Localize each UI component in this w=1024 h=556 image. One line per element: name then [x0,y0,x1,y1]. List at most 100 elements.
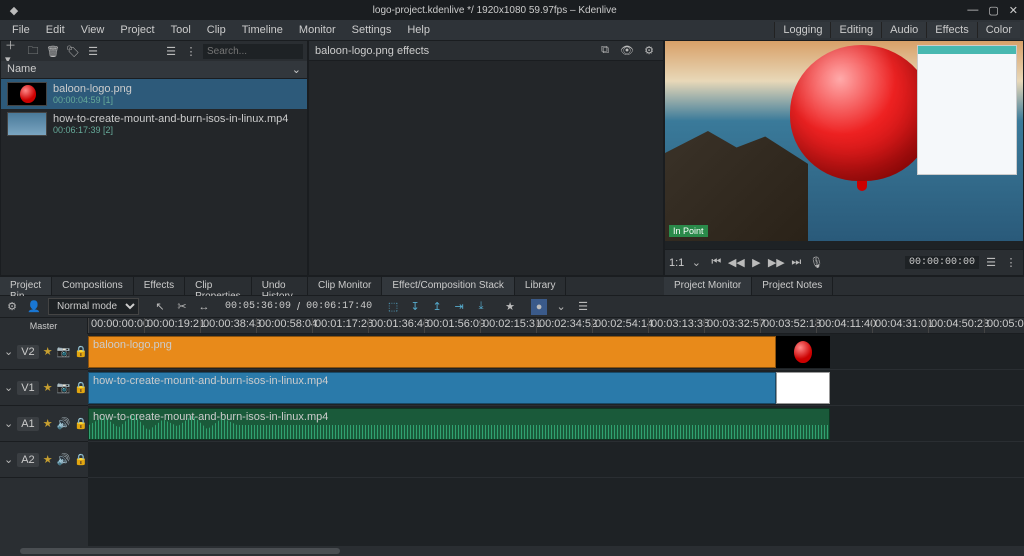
workspace-color[interactable]: Color [977,22,1020,38]
forward-icon[interactable]: ▶▶ [768,255,784,271]
lock-icon[interactable]: 🔒 [74,344,88,360]
workspace-audio[interactable]: Audio [881,22,926,38]
clip-v1-video[interactable]: how-to-create-mount-and-burn-isos-in-lin… [88,372,776,404]
timeline-ruler[interactable]: 00:00:00:0000:00:19:2100:00:38:4300:00:5… [88,318,1024,334]
menu-edit[interactable]: Edit [38,22,73,38]
favorite-icon[interactable]: ★ [502,299,518,315]
insert-icon[interactable]: ⤓ [473,299,489,315]
monitor-timecode[interactable]: 00:00:00:00 [905,256,979,269]
menu-clip[interactable]: Clip [199,22,234,38]
skip-start-icon[interactable]: ⏮ [708,255,724,271]
timeline-settings-icon[interactable]: ⚙ [4,299,20,315]
collapse-icon[interactable]: ⌄ [4,416,13,432]
menu-tool[interactable]: Tool [163,22,199,38]
add-clip-button[interactable]: ＋▾ [5,43,21,59]
bin-column-header[interactable]: Name⌄ [1,61,307,79]
zone-in-icon[interactable]: ↧ [407,299,423,315]
monitor-more-icon[interactable]: ⋮ [1003,255,1019,271]
master-track-label[interactable]: Master [0,318,88,334]
edit-mode-select[interactable]: Normal mode [48,298,139,315]
clip-v1-end[interactable] [776,372,830,404]
track-row-v2[interactable]: baloon-logo.png [88,334,1024,370]
workspace-editing[interactable]: Editing [830,22,881,38]
tab-project-notes[interactable]: Project Notes [752,277,833,295]
menu-help[interactable]: Help [399,22,438,38]
chevron-down-icon[interactable]: ⌄ [553,299,569,315]
lock-icon[interactable]: 🔒 [74,416,88,432]
razor-tool-icon[interactable]: ✂ [174,299,190,315]
track-menu-icon[interactable]: 👤 [26,299,42,315]
preview-render-icon[interactable]: ● [531,299,547,315]
timeline-view-icon[interactable]: ☰ [575,299,591,315]
minimize-button[interactable]: — [967,4,978,17]
menu-settings[interactable]: Settings [344,22,400,38]
track-row-v1[interactable]: how-to-create-mount-and-burn-isos-in-lin… [88,370,1024,406]
star-icon[interactable]: ★ [43,345,53,358]
monitor-zoom[interactable]: 1:1 [669,257,684,269]
tab-undo[interactable]: Undo History [252,277,308,295]
track-row-a2[interactable] [88,442,1024,478]
tab-effects[interactable]: Effects [134,277,185,295]
tab-library[interactable]: Library [515,277,567,295]
skip-end-icon[interactable]: ⏭ [788,255,804,271]
mute-audio-icon[interactable]: 🔊 [57,416,71,432]
collapse-icon[interactable]: ⌄ [4,452,13,468]
delete-clip-button[interactable]: 🗑 [45,43,61,59]
workspace-logging[interactable]: Logging [774,22,830,38]
split-icon[interactable]: ⧉ [597,43,613,59]
tab-clip-props[interactable]: Clip Properties [185,277,252,295]
mute-video-icon[interactable]: 📷 [57,344,71,360]
workspace-effects[interactable]: Effects [926,22,976,38]
tab-project-monitor[interactable]: Project Monitor [664,277,752,295]
mute-video-icon[interactable]: 📷 [57,380,71,396]
collapse-icon[interactable]: ⌄ [4,380,13,396]
tab-project-bin[interactable]: Project Bin [0,277,52,295]
menu-timeline[interactable]: Timeline [234,22,291,38]
menu-project[interactable]: Project [112,22,162,38]
monitor-viewport[interactable]: In Point [665,41,1023,241]
menu-view[interactable]: View [73,22,113,38]
eye-icon[interactable]: 👁 [619,43,635,59]
monitor-menu-icon[interactable]: ☰ [983,255,999,271]
clip-v2-baloon-thumb[interactable] [776,336,830,368]
clip-v2-baloon[interactable]: baloon-logo.png [88,336,776,368]
timeline-position[interactable]: 00:05:36:09 [225,301,291,312]
track-header-v2[interactable]: ⌄ V2 ★ 📷 🔒 [0,334,88,370]
folder-icon[interactable]: 🗀 [25,43,41,59]
selection-tool-icon[interactable]: ↖ [152,299,168,315]
tab-clip-monitor[interactable]: Clip Monitor [308,277,382,295]
collapse-icon[interactable]: ⌄ [4,344,13,360]
record-audio-icon[interactable]: 🎙 [808,255,824,271]
mix-icon[interactable]: ⬚ [385,299,401,315]
mute-audio-icon[interactable]: 🔊 [57,452,71,468]
zone-out-icon[interactable]: ↥ [429,299,445,315]
bin-item-baloon[interactable]: baloon-logo.png 00:00:04:59 [1] [1,79,307,109]
timeline-tracks-area[interactable]: baloon-logo.png how-to-create-mount-and-… [88,334,1024,546]
play-icon[interactable]: ▶ [748,255,764,271]
tag-icon[interactable]: 🏷 [65,43,81,59]
monitor-position-slider[interactable] [665,241,1023,249]
menu-monitor[interactable]: Monitor [291,22,344,38]
bin-item-video[interactable]: how-to-create-mount-and-burn-isos-in-lin… [1,109,307,139]
close-button[interactable]: ✕ [1009,4,1018,17]
lock-icon[interactable]: 🔒 [74,380,88,396]
spacer-tool-icon[interactable]: ↔ [196,299,212,315]
star-icon[interactable]: ★ [43,417,53,430]
timeline-scrollbar[interactable] [0,546,1024,556]
track-header-v1[interactable]: ⌄ V1 ★ 📷 🔒 [0,370,88,406]
tab-compositions[interactable]: Compositions [52,277,134,295]
clip-a1-audio[interactable]: how-to-create-mount-and-burn-isos-in-lin… [88,408,830,440]
track-header-a2[interactable]: ⌄ A2 ★ 🔊 🔒 [0,442,88,478]
chevron-down-icon[interactable]: ⌄ [688,255,704,271]
track-row-a1[interactable]: how-to-create-mount-and-burn-isos-in-lin… [88,406,1024,442]
filter-icon[interactable]: ☰ [85,43,101,59]
track-header-a1[interactable]: ⌄ A1 ★ 🔊 🔒 [0,406,88,442]
tab-effect-stack[interactable]: Effect/Composition Stack [382,277,515,295]
options-icon[interactable]: ⋮ [183,43,199,59]
overwrite-icon[interactable]: ⇥ [451,299,467,315]
list-view-icon[interactable]: ☰ [163,43,179,59]
star-icon[interactable]: ★ [43,381,53,394]
lock-icon[interactable]: 🔒 [74,452,88,468]
maximize-button[interactable]: ▢ [988,4,998,17]
rewind-icon[interactable]: ◀◀ [728,255,744,271]
